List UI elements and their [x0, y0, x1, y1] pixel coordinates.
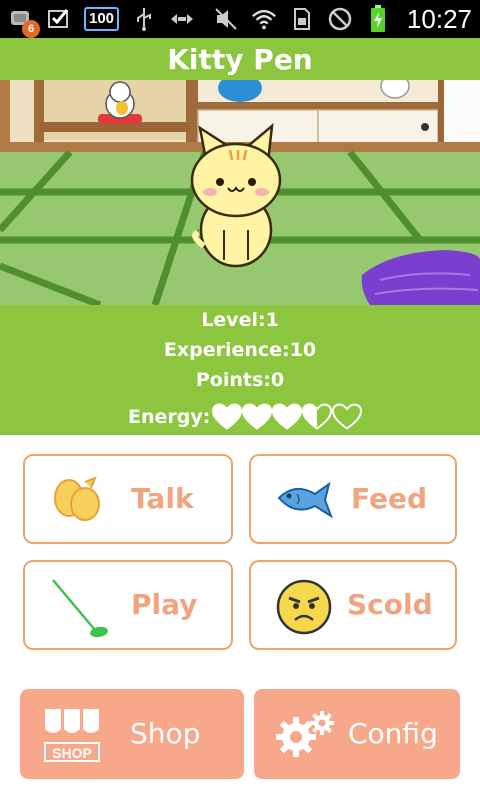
talk-label: Talk [131, 482, 194, 515]
heart-half-icon [302, 403, 333, 430]
experience-text: Experience:10 [163, 339, 317, 361]
talk-button[interactable]: Talk [23, 454, 233, 544]
heart-full-icon [212, 403, 243, 430]
fish-icon [277, 481, 333, 519]
status-clock: 10:27 [406, 3, 472, 34]
angry-face-icon [276, 579, 332, 635]
speech-bubbles-icon [54, 476, 100, 521]
notification-count-badge: 6 [22, 20, 40, 38]
feed-button[interactable]: Feed [249, 454, 457, 544]
mute-icon [213, 6, 239, 32]
energy-row: Energy: [128, 403, 363, 431]
data-transfer-icon [169, 6, 195, 32]
energy-hearts [212, 403, 363, 431]
shop-label: Shop [130, 717, 201, 750]
shop-logo-text: SHOP [52, 745, 92, 761]
kitty-character [190, 123, 282, 268]
play-label: Play [131, 588, 198, 621]
notification-icon: 6 [8, 6, 40, 38]
room-illustration [0, 80, 480, 305]
shop-storefront-icon: SHOP [44, 709, 100, 762]
sim-card-icon [289, 6, 315, 32]
heart-empty-icon [332, 403, 363, 430]
battery-charging-icon [365, 5, 391, 32]
app-title-bar: Kitty Pen [0, 38, 480, 80]
app-title: Kitty Pen [167, 42, 313, 76]
kitty-room-scene[interactable] [0, 80, 480, 305]
usb-icon [131, 6, 157, 32]
scold-button[interactable]: Scold [249, 560, 457, 650]
heart-full-icon [242, 403, 273, 430]
config-button[interactable]: Config [254, 689, 460, 779]
scold-label: Scold [347, 588, 433, 621]
config-label: Config [348, 717, 438, 750]
no-signal-icon [327, 6, 353, 32]
energy-label: Energy: [128, 406, 211, 428]
cat-teaser-toy-icon [52, 579, 108, 638]
checkbox-icon [46, 6, 72, 32]
points-text: Points:0 [195, 369, 285, 391]
play-button[interactable]: Play [23, 560, 233, 650]
feed-label: Feed [351, 482, 428, 515]
wifi-icon [251, 6, 277, 32]
heart-full-icon [272, 403, 303, 430]
shop-button[interactable]: SHOP Shop [20, 689, 244, 779]
gears-icon [276, 711, 334, 757]
status-bar: 6 100 10:27 [0, 0, 480, 38]
stats-panel: Level:1 Experience:10 Points:0 Energy: [0, 305, 480, 435]
battery-percent-box: 100 [84, 7, 120, 31]
level-text: Level:1 [201, 309, 279, 331]
